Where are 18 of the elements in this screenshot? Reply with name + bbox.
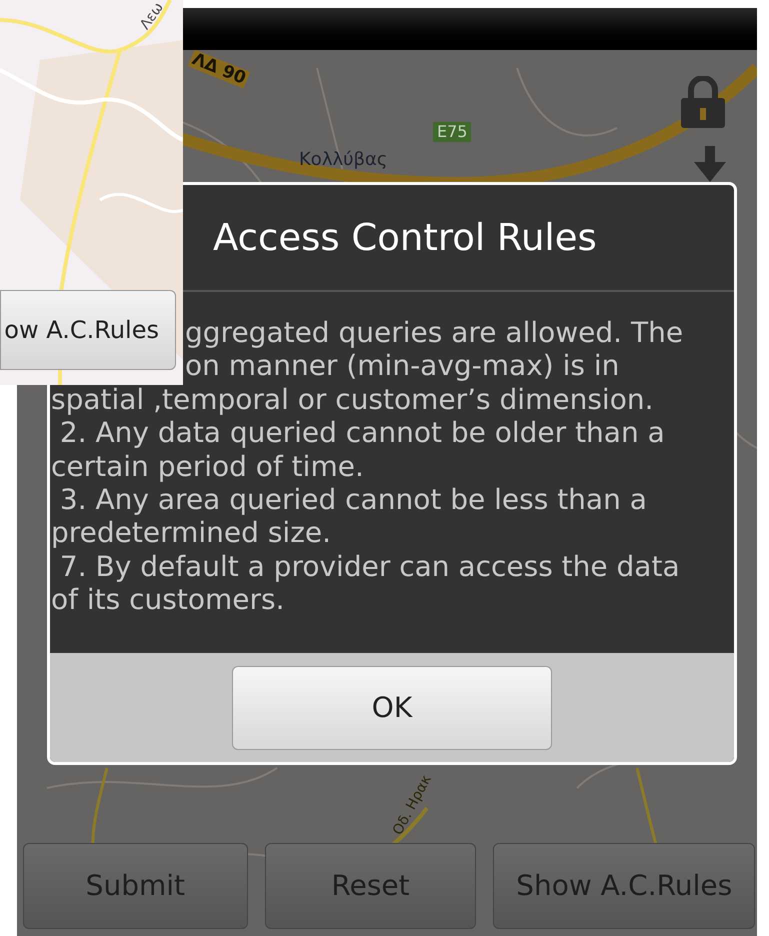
rule-text: 2. Any data queried cannot be older than a: [58, 416, 665, 450]
rule-text: 3. Any area queried cannot be less than a: [58, 483, 647, 516]
rule-text: 7. By default a provider can access the data: [58, 550, 680, 584]
action-button[interactable]: Reset: [264, 843, 476, 929]
place-label: Κολλύβας: [299, 148, 388, 172]
rule-text: on manner (min-avg-max) is in: [185, 349, 620, 383]
rule-text: spatial ,temporal or customer’s dimension.: [51, 382, 654, 416]
show-rules-button[interactable]: ow A.C.Rules: [0, 290, 176, 370]
ok-button[interactable]: OK: [232, 666, 552, 750]
route-shield: E75: [433, 122, 472, 142]
rule-text: of its customers.: [51, 583, 284, 617]
rule-text: certain period of time.: [51, 450, 364, 484]
lock-icon: [679, 76, 727, 128]
action-button[interactable]: Show A.C.Rules: [493, 843, 755, 929]
rule-text: ggregated queries are allowed. The: [185, 316, 684, 350]
dialog-title: Access Control Rules: [213, 214, 597, 261]
rule-text: predetermined size.: [51, 516, 332, 550]
action-button[interactable]: Submit: [23, 843, 248, 929]
